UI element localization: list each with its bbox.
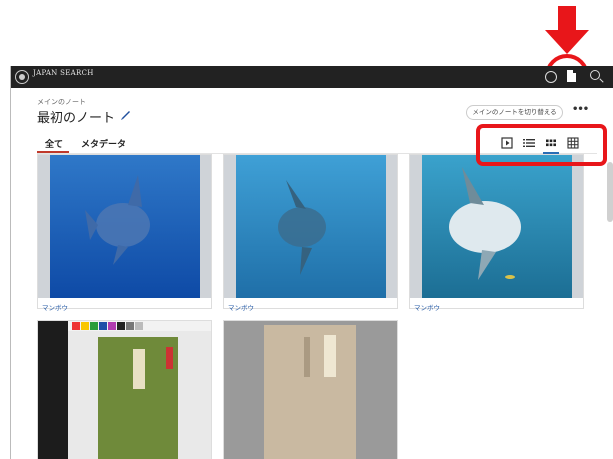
- card-image-book[interactable]: [38, 321, 211, 459]
- annotation-rectangle: [476, 124, 607, 166]
- page-title: 最初のノート: [37, 111, 116, 126]
- logo-icon[interactable]: [15, 70, 29, 84]
- scrollbar[interactable]: [607, 162, 613, 222]
- note-card[interactable]: [37, 320, 212, 459]
- note-card[interactable]: [223, 320, 398, 459]
- card-caption[interactable]: マンボウ: [42, 302, 68, 312]
- breadcrumb: メインのノート: [37, 98, 86, 106]
- search-icon[interactable]: [590, 70, 600, 80]
- card-image-sunfish[interactable]: [410, 155, 583, 298]
- card-image-sunfish[interactable]: [38, 155, 211, 298]
- note-card[interactable]: マンボウ: [37, 154, 212, 312]
- tab-all[interactable]: 全て: [45, 137, 63, 150]
- tab-metadata[interactable]: メタデータ: [81, 137, 126, 150]
- card-grid: マンボウ マンボウ マンボウ: [37, 154, 607, 459]
- note-icon[interactable]: [567, 70, 576, 82]
- edit-title-icon[interactable]: [121, 110, 131, 120]
- card-caption[interactable]: マンボウ: [228, 302, 254, 312]
- switch-note-button[interactable]: メインのノートを切り替える: [466, 105, 563, 120]
- note-card[interactable]: マンボウ: [223, 154, 398, 312]
- more-menu-button[interactable]: •••: [572, 104, 589, 115]
- card-caption[interactable]: マンボウ: [414, 302, 440, 312]
- top-bar: JAPAN SEARCH: [11, 66, 613, 88]
- note-card[interactable]: マンボウ: [409, 154, 584, 312]
- logo-text[interactable]: JAPAN SEARCH: [33, 69, 94, 77]
- card-image-book[interactable]: [224, 321, 397, 459]
- history-icon[interactable]: [545, 71, 557, 83]
- card-image-sunfish[interactable]: [224, 155, 397, 298]
